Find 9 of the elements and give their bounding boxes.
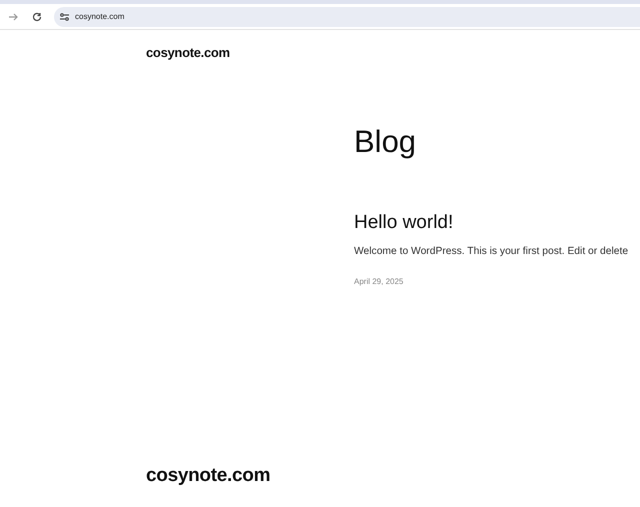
page-heading: Blog bbox=[354, 124, 418, 160]
site-settings-icon[interactable] bbox=[60, 12, 69, 20]
post-title[interactable]: Hello world! bbox=[354, 212, 640, 234]
address-bar[interactable]: cosynote.com bbox=[54, 6, 640, 26]
post-date: April 29, 2025 bbox=[354, 277, 404, 286]
url-text: cosynote.com bbox=[75, 12, 124, 21]
footer-site-title[interactable]: cosynote.com bbox=[146, 465, 270, 486]
post-excerpt: Welcome to WordPress. This is your first post. Edit or delete bbox=[354, 246, 630, 257]
site-title[interactable]: cosynote.com bbox=[146, 45, 230, 60]
